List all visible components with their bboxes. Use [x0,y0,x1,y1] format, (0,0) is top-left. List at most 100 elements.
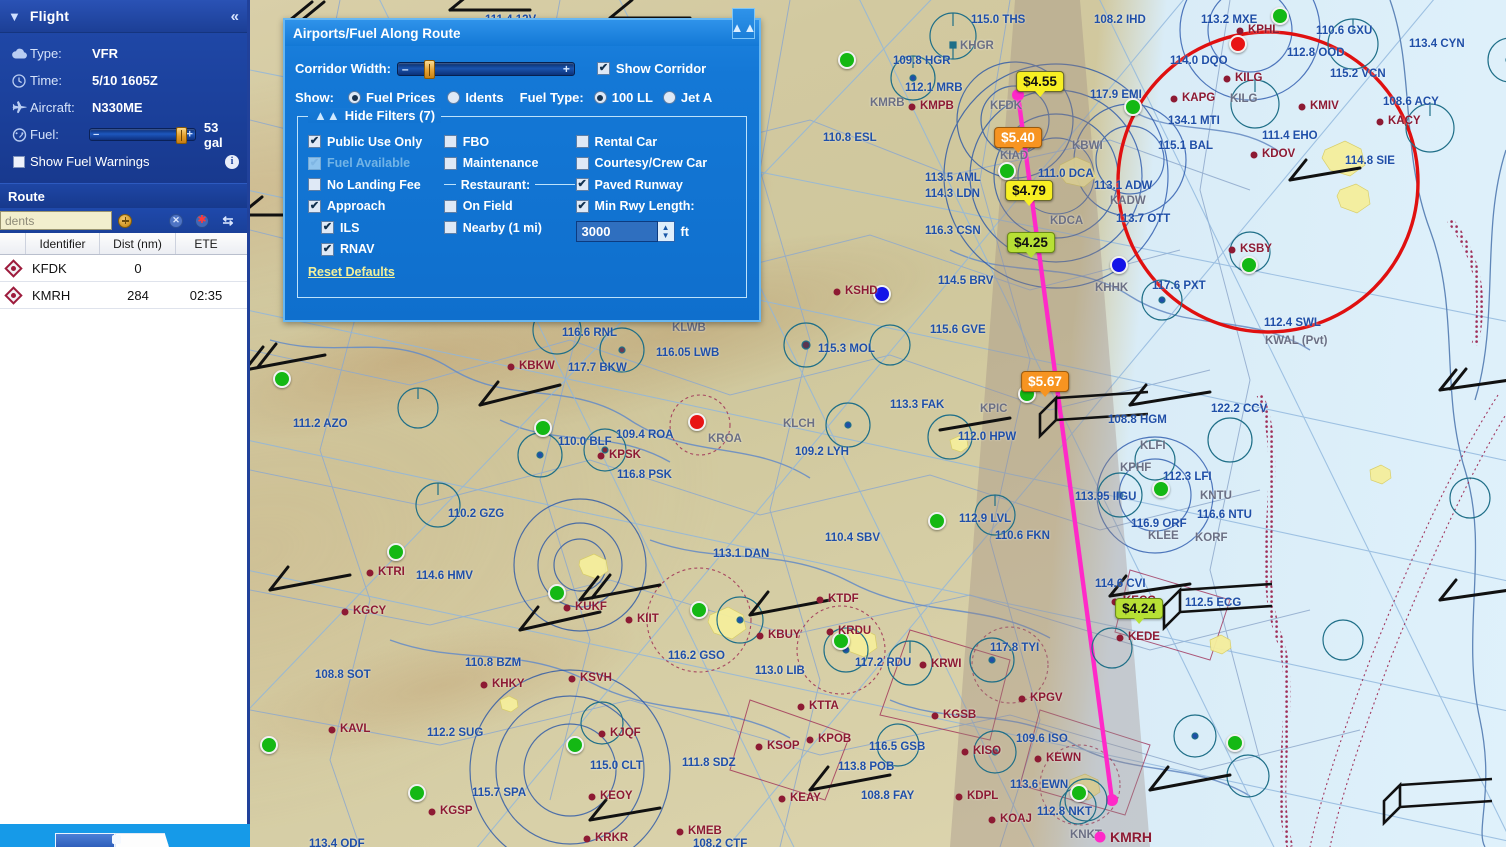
flight-panel-header[interactable]: ▼ Flight « [0,0,247,33]
chevron-down-icon[interactable]: ▼ [8,9,21,24]
fuel-prices-radio[interactable] [348,91,361,104]
navaid-label: 109.4 ROA [616,429,674,441]
min-rwy-length-control[interactable]: ▲ ▼ ft [576,221,738,242]
show-fuel-warnings-row[interactable]: Show Fuel Warnings i [8,148,239,175]
x-circle-icon[interactable]: ✕ [169,214,183,228]
hide-filters-toggle[interactable]: ▲▲ Hide Filters (7) [308,108,441,123]
taskbar-item-right[interactable] [115,833,169,847]
fuel-slider-minus-icon[interactable]: – [93,129,99,140]
plus-circle-icon[interactable] [118,214,132,228]
checkbox[interactable] [444,157,457,170]
airport-marker-green[interactable] [1226,734,1244,752]
destination-waypoint-marker[interactable] [1095,832,1106,843]
airport-marker-green[interactable] [928,512,946,530]
fuel-type-100ll-radio[interactable] [594,91,607,104]
min-rwy-length-input[interactable] [576,221,658,242]
airport-marker-red[interactable] [1229,35,1247,53]
fuel-slider-thumb[interactable] [176,127,187,144]
filter-col3-item-3[interactable]: Min Rwy Length: [576,196,738,218]
fuel-quantity-slider[interactable]: – + [89,128,196,141]
airport-marker-red[interactable] [688,413,706,431]
asterisk-circle-icon[interactable]: ✱ [195,214,209,228]
filter-col1-item-5[interactable]: RNAV [308,239,444,261]
checkbox[interactable] [576,200,589,213]
checkbox[interactable] [576,135,589,148]
fuel-type-jeta-radio[interactable] [663,91,676,104]
fuel-price-tag[interactable]: $4.55 [1016,71,1064,92]
filter-col3-item-2[interactable]: Paved Runway [576,174,738,196]
airport-marker-green[interactable] [387,543,405,561]
airport-marker-green[interactable] [690,601,708,619]
filter-col1-item-2[interactable]: No Landing Fee [308,174,444,196]
table-row[interactable]: KMRH28402:35 [0,282,247,309]
dialog-collapse-button[interactable]: ▲▲ [732,8,755,39]
airport-marker-green[interactable] [838,51,856,69]
filter-col2top-item-1[interactable]: Maintenance [444,153,576,175]
filter-col1-item-0[interactable]: Public Use Only [308,131,444,153]
checkbox[interactable] [444,221,457,234]
checkbox[interactable] [576,178,589,191]
checkbox[interactable] [444,135,457,148]
checkbox[interactable] [308,135,321,148]
spinner-down-icon[interactable]: ▼ [662,232,670,240]
ident-search-input[interactable] [0,211,112,230]
navaid-label: 116.9 ORF [1131,518,1187,530]
table-row[interactable]: KFDK0 [0,255,247,282]
taskbar-item-left[interactable] [55,833,115,847]
fuel-price-tag[interactable]: $4.25 [1007,232,1055,253]
airport-marker-blue[interactable] [1110,256,1128,274]
airport-marker-green[interactable] [998,162,1016,180]
reset-defaults-link[interactable]: Reset Defaults [308,265,738,279]
airport-marker-green[interactable] [273,370,291,388]
dialog-titlebar[interactable]: Airports/Fuel Along Route ▲▲ [285,20,759,46]
airport-marker-green[interactable] [548,584,566,602]
route-table-body[interactable]: KFDK0KMRH28402:35 [0,255,247,309]
corridor-slider-plus-icon[interactable]: + [563,63,570,75]
checkbox[interactable] [321,243,334,256]
checkbox[interactable] [308,178,321,191]
swap-arrows-icon[interactable]: ⇆ [223,213,234,229]
min-rwy-length-spinner[interactable]: ▲ ▼ [658,221,675,242]
checkbox[interactable] [321,221,334,234]
delete-waypoint-button[interactable]: ✱ [189,214,215,228]
collapse-sidebar-button[interactable]: « [231,8,239,25]
add-waypoint-button[interactable] [112,214,138,228]
airport-marker-green[interactable] [260,736,278,754]
clear-route-button[interactable]: ✕ [163,214,189,228]
airport-marker-green[interactable] [1240,256,1258,274]
checkbox[interactable] [576,157,589,170]
bottom-taskbar[interactable] [0,824,250,847]
airport-label: KHKY [492,678,525,690]
chevron-double-up-icon[interactable]: ▲▲ [314,108,340,123]
fuel-price-tag[interactable]: $5.40 [994,127,1042,148]
airport-marker-green[interactable] [566,736,584,754]
idents-radio[interactable] [447,91,460,104]
airport-marker-green[interactable] [408,784,426,802]
airport-marker-green[interactable] [534,419,552,437]
show-corridor-checkbox[interactable] [597,62,610,75]
fuel-slider-plus-icon[interactable]: + [186,129,192,140]
corridor-slider-thumb[interactable] [424,60,435,79]
corridor-slider-minus-icon[interactable]: – [402,63,409,75]
airport-marker-green[interactable] [1271,7,1289,25]
airport-marker-green[interactable] [1070,784,1088,802]
filter-col1-item-3[interactable]: Approach [308,196,444,218]
filter-col2bot-item-0[interactable]: On Field [444,196,576,218]
filter-col3-item-1[interactable]: Courtesy/Crew Car [576,153,738,175]
navaid-label: 110.8 ESL [823,132,877,144]
fuel-price-tag[interactable]: $4.24 [1115,598,1163,619]
checkbox[interactable] [444,200,457,213]
reverse-route-button[interactable]: ⇆ [215,213,241,229]
fuel-price-tag[interactable]: $4.79 [1005,180,1053,201]
checkbox[interactable] [308,200,321,213]
fuel-price-tag[interactable]: $5.67 [1021,371,1069,392]
corridor-width-slider[interactable]: – + [397,62,575,76]
filter-col3-item-0[interactable]: Rental Car [576,131,738,153]
airports-fuel-along-route-dialog[interactable]: Airports/Fuel Along Route ▲▲ Corridor Wi… [283,18,761,322]
filter-col1-item-4[interactable]: ILS [308,217,444,239]
info-icon[interactable]: i [225,155,239,169]
filter-col2bot-item-1[interactable]: Nearby (1 mi) [444,217,576,239]
route-toolbar[interactable]: ✕ ✱ ⇆ [0,208,247,233]
filter-col2top-item-0[interactable]: FBO [444,131,576,153]
show-fuel-warnings-checkbox[interactable] [8,156,30,168]
